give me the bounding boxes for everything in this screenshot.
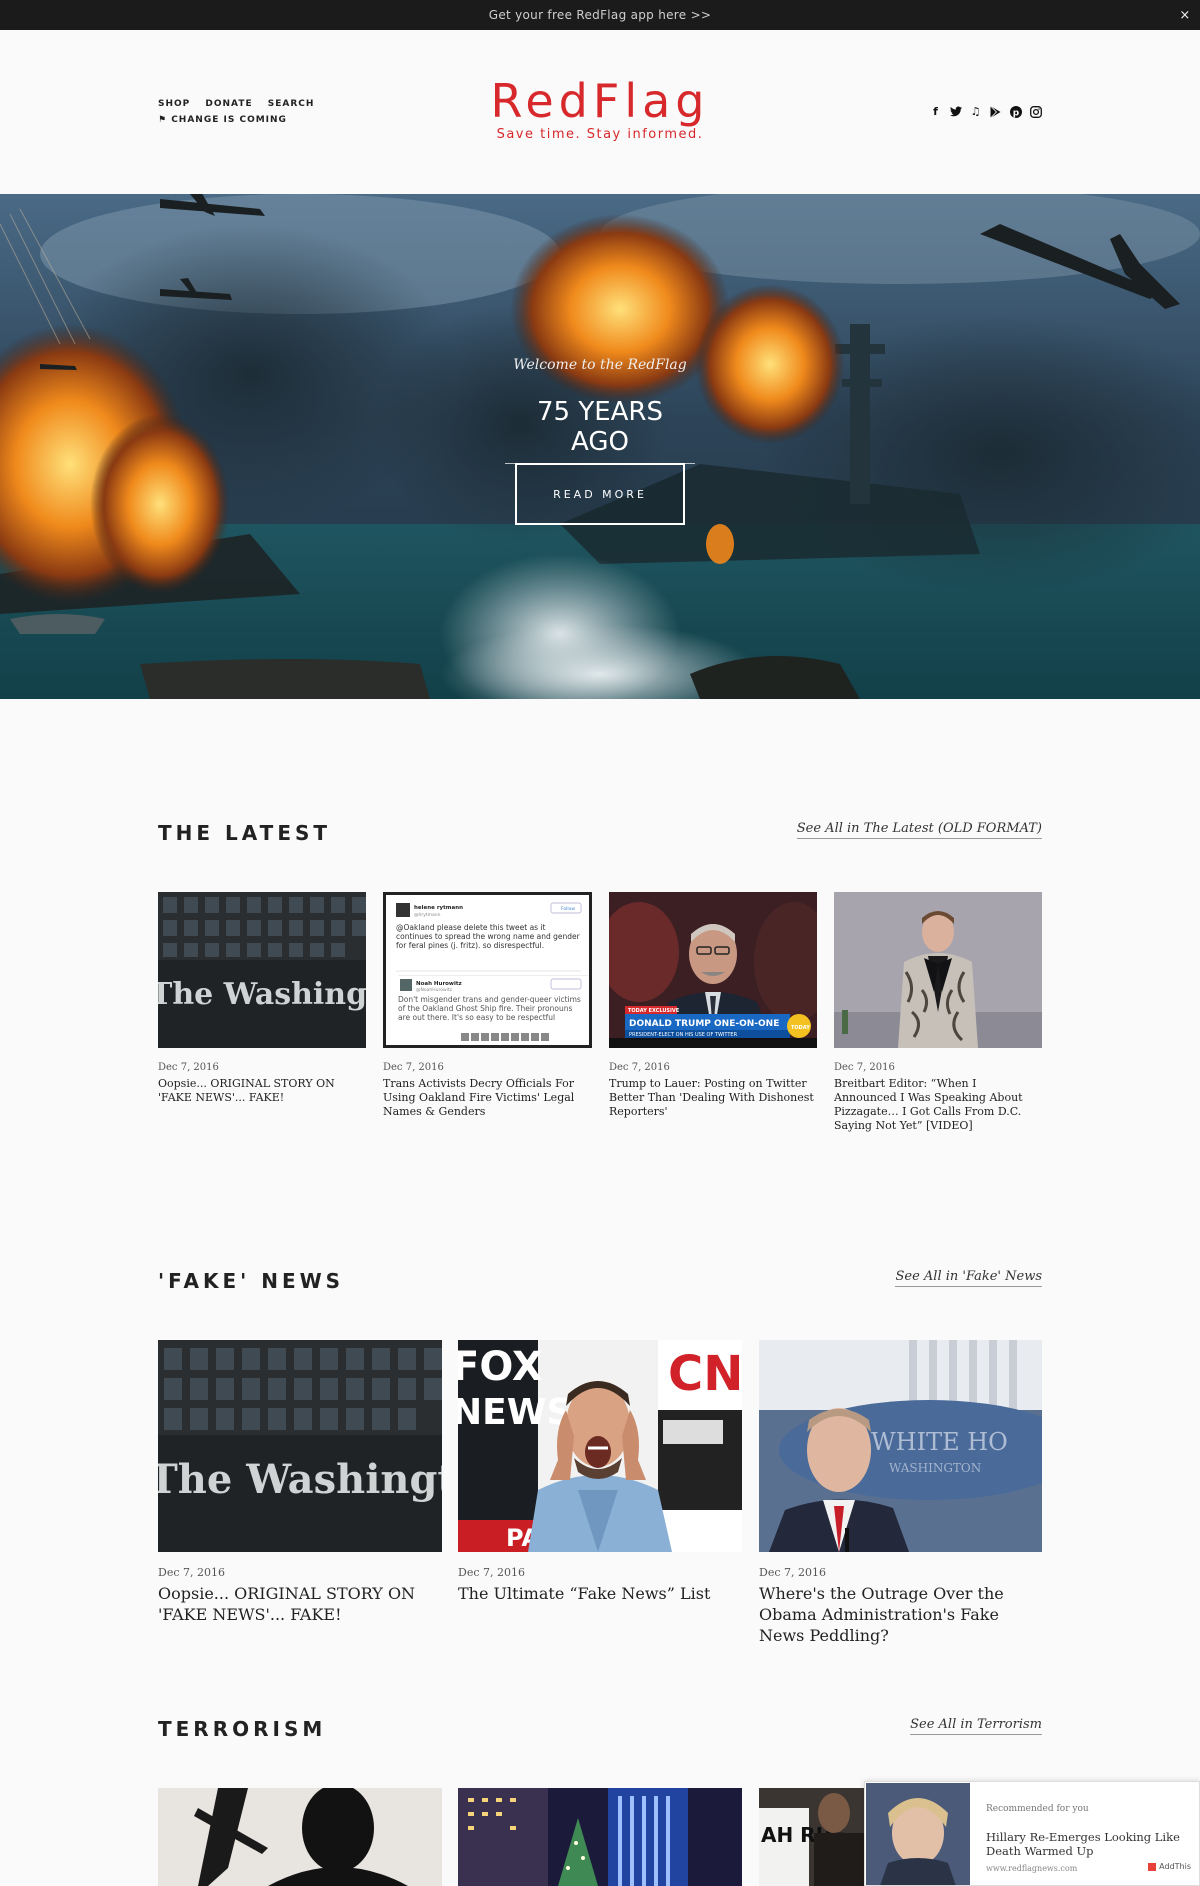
card-date: Dec 7, 2016: [834, 1062, 895, 1073]
recommended-url: www.redflagnews.com: [986, 1864, 1078, 1873]
latest-card-2[interactable]: helene rytmann @hrytmann Follow @Oakland…: [383, 892, 592, 1119]
card-date: Dec 7, 2016: [158, 1062, 219, 1073]
tweet-screenshot-thumbnail[interactable]: helene rytmann @hrytmann Follow @Oakland…: [383, 892, 592, 1048]
see-all-fake-news-link[interactable]: See All in 'Fake' News: [895, 1269, 1042, 1287]
speaker-thumbnail[interactable]: [834, 892, 1042, 1048]
pinterest-icon[interactable]: p: [1009, 105, 1022, 118]
card-headline[interactable]: Where's the Outrage Over the Obama Admin…: [759, 1583, 1042, 1646]
card-date: Dec 7, 2016: [458, 1566, 525, 1579]
terrorism-card-2[interactable]: [458, 1788, 742, 1886]
facebook-icon[interactable]: f: [929, 105, 942, 118]
card-headline[interactable]: Trump to Lauer: Posting on Twitter Bette…: [609, 1077, 817, 1119]
card-headline[interactable]: Oopsie... ORIGINAL STORY ON 'FAKE NEWS'.…: [158, 1583, 442, 1625]
recommended-title[interactable]: Hillary Re-Emerges Looking Like Death Wa…: [986, 1830, 1186, 1858]
fake-news-card-2[interactable]: FOX NEWS PA CN Dec 7, 2016 The Ultimate …: [458, 1340, 742, 1604]
card-date: Dec 7, 2016: [759, 1566, 826, 1579]
card-date: Dec 7, 2016: [609, 1062, 670, 1073]
card-headline[interactable]: Breitbart Editor: “When I Announced I Wa…: [834, 1077, 1042, 1133]
hero-banner: Welcome to the RedFlag 75 YEARS AGO READ…: [0, 194, 1200, 699]
latest-card-4[interactable]: Dec 7, 2016 Breitbart Editor: “When I An…: [834, 892, 1042, 1133]
svg-text:TODAY: TODAY: [791, 1025, 810, 1031]
site-header: SHOP DONATE SEARCH ⚑ CHANGE IS COMING Re…: [0, 30, 1200, 194]
svg-text:p: p: [1012, 108, 1019, 118]
svg-text:Noah Hurowitz: Noah Hurowitz: [416, 981, 462, 987]
terrorism-card-1[interactable]: [158, 1788, 442, 1886]
card-headline[interactable]: The Ultimate “Fake News” List: [458, 1583, 742, 1604]
svg-text:PRESIDENT-ELECT ON HIS USE OF: PRESIDENT-ELECT ON HIS USE OF TWITTER: [629, 1032, 738, 1038]
section-title-terrorism: TERRORISM: [158, 1717, 327, 1741]
washington-post-thumbnail[interactable]: The Washington P: [158, 892, 366, 1048]
recommended-thumbnail[interactable]: [866, 1783, 970, 1885]
twitter-icon[interactable]: [949, 105, 962, 118]
fake-news-card-3[interactable]: WHITE HO WASHINGTON Dec 7, 2016 Where's …: [759, 1340, 1042, 1646]
recommended-popup[interactable]: Recommended for you Hillary Re-Emerges L…: [864, 1781, 1200, 1886]
card-headline[interactable]: Oopsie... ORIGINAL STORY ON 'FAKE NEWS'.…: [158, 1077, 366, 1105]
gunman-silhouette-thumbnail[interactable]: [158, 1788, 442, 1886]
latest-card-3[interactable]: TODAY EXCLUSIVE DONALD TRUMP ONE-ON-ONE …: [609, 892, 817, 1119]
svg-text:WHITE HO: WHITE HO: [871, 1428, 1008, 1456]
svg-text:@hrytmann: @hrytmann: [414, 912, 441, 918]
svg-text:CN: CN: [668, 1346, 742, 1402]
logo-tagline: Save time. Stay informed.: [496, 127, 704, 142]
see-all-terrorism-link[interactable]: See All in Terrorism: [910, 1717, 1042, 1735]
man-screaming-thumbnail[interactable]: FOX NEWS PA CN: [458, 1340, 742, 1552]
hero-title[interactable]: 75 YEARS AGO: [505, 397, 695, 464]
card-date: Dec 7, 2016: [383, 1062, 444, 1073]
latest-card-1[interactable]: The Washington P Dec 7, 2016 Oopsie... O…: [158, 892, 366, 1105]
app-announcement-link[interactable]: Get your free RedFlag app here >>: [489, 8, 712, 22]
svg-text:helene rytmann: helene rytmann: [414, 905, 463, 911]
svg-text:WASHINGTON: WASHINGTON: [889, 1461, 981, 1475]
section-title-fake-news: 'FAKE' NEWS: [158, 1269, 345, 1293]
svg-text:NEWS: NEWS: [458, 1392, 572, 1433]
logo-name: RedFlag: [490, 74, 710, 128]
fake-news-card-1[interactable]: The Washington P Dec 7, 2016 Oopsie... O…: [158, 1340, 442, 1625]
white-house-briefing-thumbnail[interactable]: WHITE HO WASHINGTON: [759, 1340, 1042, 1552]
instagram-icon[interactable]: [1029, 105, 1042, 118]
google-play-icon[interactable]: [989, 105, 1002, 118]
card-headline[interactable]: Trans Activists Decry Officials For Usin…: [383, 1077, 592, 1119]
card-date: Dec 7, 2016: [158, 1566, 225, 1579]
recommended-label: Recommended for you: [986, 1804, 1089, 1814]
terrorism-card-3[interactable]: AH RUE: [759, 1788, 864, 1886]
svg-text:The Washington P: The Washington P: [158, 1456, 442, 1503]
section-title-latest: THE LATEST: [158, 821, 332, 845]
read-more-button[interactable]: READ MORE: [515, 463, 685, 525]
svg-text:The Washington P: The Washington P: [158, 977, 366, 1012]
music-icon[interactable]: ♫: [969, 105, 982, 118]
city-christmas-tree-thumbnail[interactable]: [458, 1788, 742, 1886]
svg-text:@NoahHurowitz: @NoahHurowitz: [416, 987, 453, 993]
svg-text:TODAY EXCLUSIVE: TODAY EXCLUSIVE: [628, 1008, 680, 1014]
see-all-latest-link[interactable]: See All in The Latest (OLD FORMAT): [796, 821, 1042, 839]
close-icon[interactable]: ×: [1170, 0, 1200, 30]
social-links: f ♫ p: [929, 105, 1042, 118]
addthis-badge[interactable]: AddThis: [1148, 1862, 1191, 1871]
svg-text:DONALD TRUMP ONE-ON-ONE: DONALD TRUMP ONE-ON-ONE: [629, 1019, 779, 1029]
addthis-icon: [1148, 1862, 1157, 1871]
svg-text:FOX: FOX: [458, 1344, 543, 1390]
hero-kicker: Welcome to the RedFlag: [513, 357, 687, 373]
protest-sign-thumbnail[interactable]: AH RUE: [759, 1788, 864, 1886]
app-announcement-bar[interactable]: Get your free RedFlag app here >> ×: [0, 0, 1200, 30]
svg-text:Follow: Follow: [561, 906, 575, 912]
washington-post-thumbnail[interactable]: The Washington P: [158, 1340, 442, 1552]
today-show-thumbnail[interactable]: TODAY EXCLUSIVE DONALD TRUMP ONE-ON-ONE …: [609, 892, 817, 1048]
